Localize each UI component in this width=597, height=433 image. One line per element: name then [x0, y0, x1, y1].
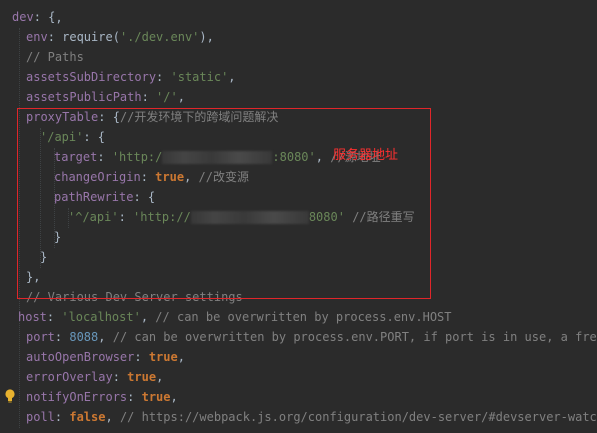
poll-comment: // https://webpack.js.org/configuration/… — [119, 410, 597, 424]
error-overlay-value: true — [127, 370, 157, 384]
assets-pub-value: '/' — [156, 90, 178, 104]
highlight-box — [17, 108, 431, 299]
dev-key: dev — [12, 10, 34, 24]
env-sep: : require( — [47, 30, 120, 44]
code-line: errorOverlay: true, — [26, 370, 164, 384]
notify-value: true — [141, 390, 171, 404]
lightbulb-icon[interactable] — [4, 388, 16, 404]
code-line: assetsPublicPath: '/', — [26, 90, 185, 104]
code-line: env: require('./dev.env'), — [26, 27, 214, 47]
code-line: // Paths — [26, 47, 84, 67]
host-key: host — [18, 310, 47, 324]
code-line: notifyOnErrors: true, — [26, 390, 178, 404]
assets-sub-value: 'static' — [170, 70, 229, 84]
server-address-annotation: 服务器地址 — [333, 148, 399, 163]
code-line: host: 'localhost', // can be overwritten… — [18, 310, 452, 324]
code-line: port: 8088, // can be overwritten by pro… — [26, 327, 597, 347]
port-key: port — [26, 330, 55, 344]
poll-key: poll — [26, 410, 55, 424]
auto-open-key: autoOpenBrowser — [26, 350, 135, 364]
code-editor[interactable]: , dev: { env: require('./dev.env'), // P… — [0, 0, 597, 433]
port-comment: // can be overwritten by process.env.POR… — [112, 330, 597, 344]
dev-open: : { — [33, 10, 56, 24]
port-value: 8088 — [69, 330, 99, 344]
env-end: ), — [199, 30, 214, 44]
error-overlay-key: errorOverlay — [26, 370, 113, 384]
code-line: dev: { — [12, 7, 55, 27]
assets-pub-key: assetsPublicPath — [26, 90, 142, 104]
env-key: env — [26, 30, 48, 44]
code-line: autoOpenBrowser: true, — [26, 350, 185, 364]
paths-comment: // Paths — [26, 50, 84, 64]
assets-sub-key: assetsSubDirectory — [26, 70, 157, 84]
env-value: './dev.env' — [119, 30, 200, 44]
host-value: 'localhost' — [61, 310, 141, 324]
poll-value: false — [69, 410, 106, 424]
auto-open-value: true — [148, 350, 178, 364]
code-line: poll: false, // https://webpack.js.org/c… — [26, 407, 597, 427]
notify-key: notifyOnErrors — [26, 390, 128, 404]
host-comment: // can be overwritten by process.env.HOS… — [155, 310, 452, 324]
code-line: assetsSubDirectory: 'static', — [26, 70, 236, 84]
